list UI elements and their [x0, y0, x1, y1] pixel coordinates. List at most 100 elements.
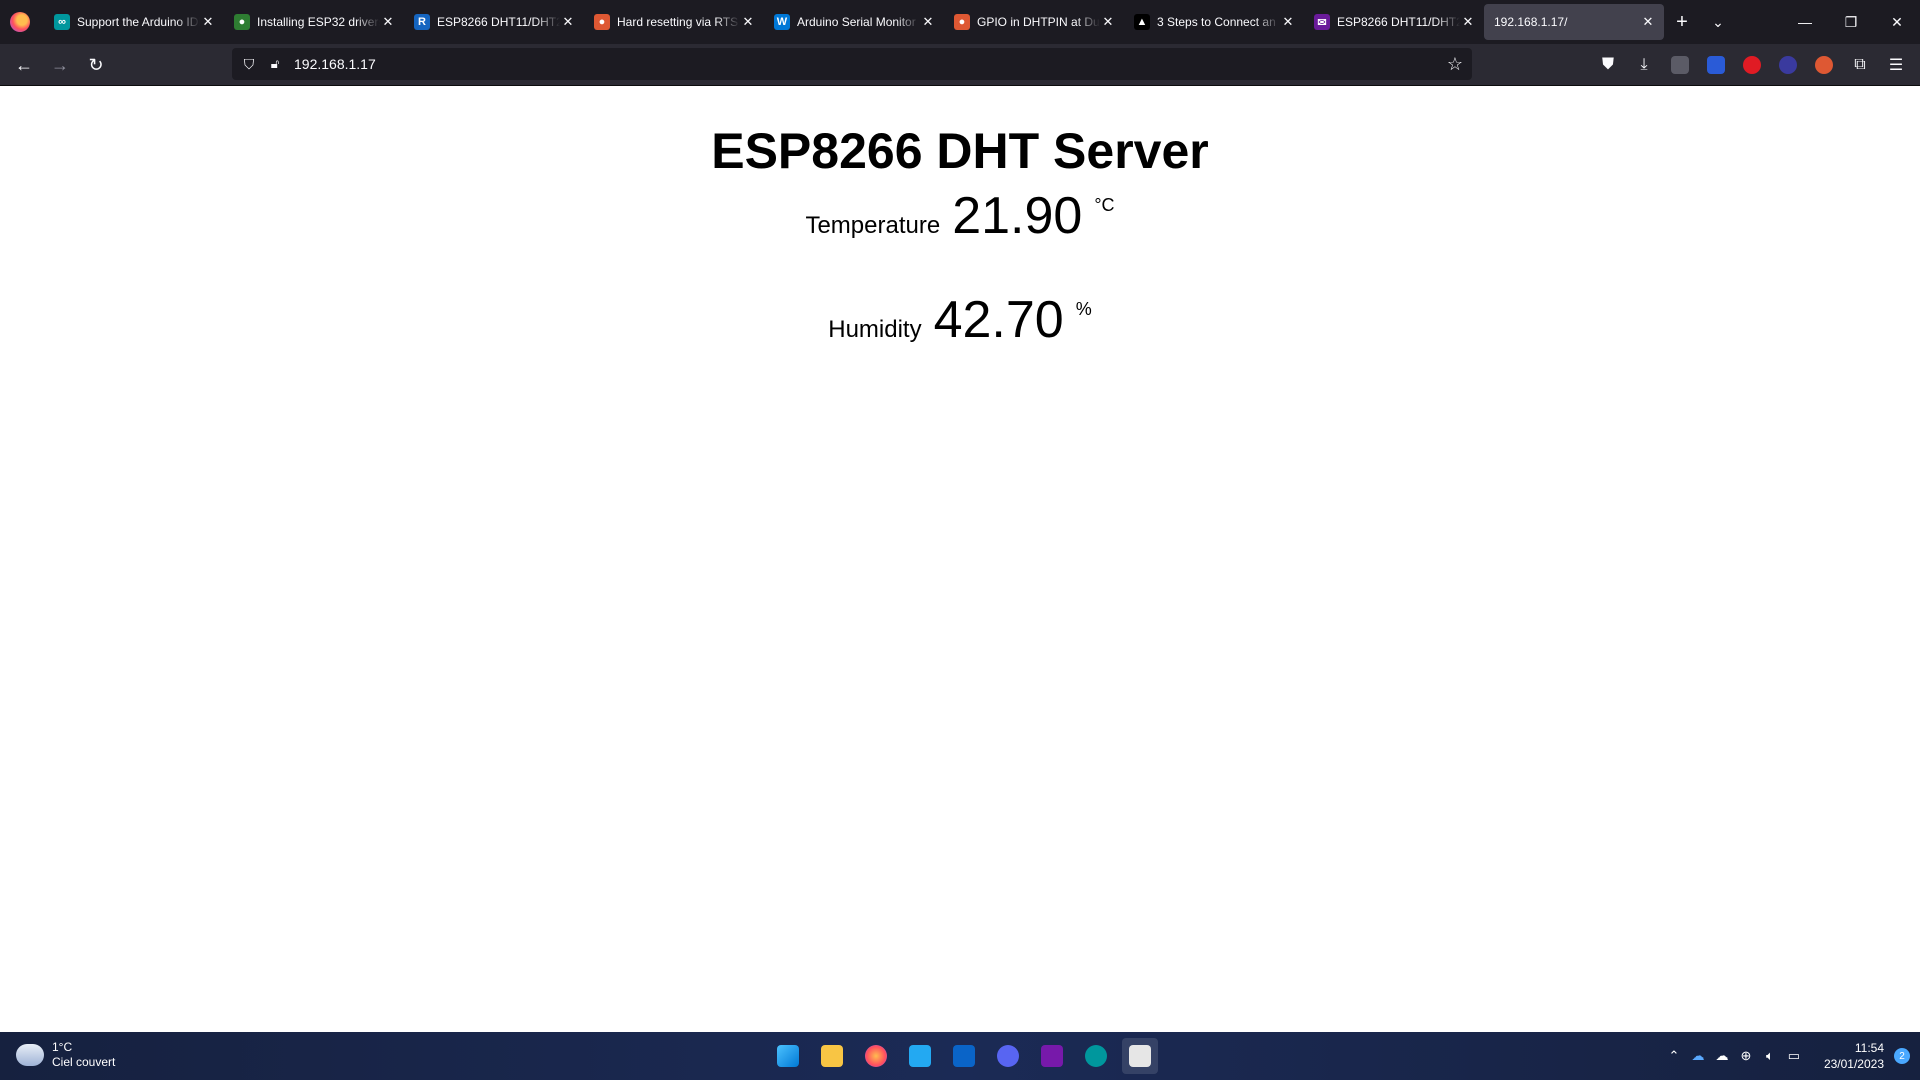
- reload-icon[interactable]: ↻: [80, 49, 112, 81]
- tab-title: ESP8266 DHT11/DHT22: [1337, 15, 1460, 29]
- tab-favicon-icon: ●: [234, 14, 250, 30]
- tab-5[interactable]: W Arduino Serial Monitor ✕: [764, 4, 944, 40]
- tab-8[interactable]: ✉ ESP8266 DHT11/DHT22 ✕: [1304, 4, 1484, 40]
- onedrive-icon[interactable]: ☁: [1686, 1048, 1710, 1064]
- outlook-icon[interactable]: [946, 1038, 982, 1074]
- taskbar-apps: [766, 1038, 1162, 1074]
- arduino-ide-icon[interactable]: [1078, 1038, 1114, 1074]
- clock[interactable]: 11:54 23/01/2023: [1824, 1040, 1884, 1072]
- humidity-unit: %: [1075, 299, 1092, 319]
- weather-temperature: 1°C: [52, 1040, 73, 1054]
- onenote-icon[interactable]: [1034, 1038, 1070, 1074]
- tab-close-icon[interactable]: ✕: [200, 14, 216, 30]
- tab-4[interactable]: ● Hard resetting via RTS pin✕: [584, 4, 764, 40]
- extensions-puzzle-icon[interactable]: ⧉: [1842, 50, 1878, 80]
- page-content: ESP8266 DHT Server Temperature 21.90 °C …: [0, 86, 1920, 1032]
- weather-description: Ciel couvert: [52, 1055, 116, 1069]
- tab-2[interactable]: ● Installing ESP32 drivers ✕: [224, 4, 404, 40]
- extension-photo-icon[interactable]: [1662, 50, 1698, 80]
- tab-favicon-icon: ●: [594, 14, 610, 30]
- volume-muted-icon[interactable]: 🔈︎: [1758, 1048, 1782, 1064]
- tab-close-icon[interactable]: ✕: [380, 14, 396, 30]
- back-arrow-icon[interactable]: ←: [8, 49, 40, 81]
- temperature-reading: Temperature 21.90 °C: [0, 186, 1920, 246]
- restore-icon[interactable]: ❐: [1828, 0, 1874, 44]
- clock-date: 23/01/2023: [1823, 1057, 1884, 1071]
- humidity-reading: Humidity 42.70 %: [0, 290, 1920, 350]
- tab-favicon-icon: ✉: [1314, 14, 1330, 30]
- tab-title: 3 Steps to Connect an ESP8266: [1157, 15, 1280, 29]
- tab-favicon-icon: R: [414, 14, 430, 30]
- tab-close-icon[interactable]: ✕: [1100, 14, 1116, 30]
- downloads-icon[interactable]: ⤓: [1626, 50, 1662, 80]
- notification-badge[interactable]: 2: [1894, 1048, 1910, 1064]
- temperature-unit: °C: [1094, 195, 1115, 215]
- onedrive-personal-icon[interactable]: ☁: [1710, 1048, 1734, 1064]
- system-tray: ⌃ ☁ ☁ ⊕ 🔈︎ ▭ 11:54 23/01/2023 2: [1662, 1032, 1910, 1080]
- tab-close-icon[interactable]: ✕: [560, 14, 576, 30]
- extension-eye-icon[interactable]: [1770, 50, 1806, 80]
- tab-strip: ∞ Support the Arduino IDE ✕ ● Installing ESP…: [0, 0, 1920, 44]
- discord-icon[interactable]: [990, 1038, 1026, 1074]
- show-hidden-icons-chevron-icon[interactable]: ⌃: [1662, 1048, 1686, 1064]
- tab-title: GPIO in DHTPIN at DuckDuckGo: [977, 15, 1100, 29]
- snipping-tool-icon[interactable]: [1122, 1038, 1158, 1074]
- tab-close-icon[interactable]: ✕: [1640, 14, 1656, 30]
- humidity-value: 42.70: [933, 291, 1064, 349]
- file-explorer-icon[interactable]: [814, 1038, 850, 1074]
- clock-time: 11:54: [1854, 1041, 1884, 1055]
- tab-favicon-icon: ∞: [54, 14, 70, 30]
- navigation-toolbar: ← → ↻ ⛉ 🔓︎ 192.168.1.17 ☆ ⛊ ⤓ ⧉ ☰: [0, 44, 1920, 86]
- network-globe-icon[interactable]: ⊕: [1734, 1048, 1758, 1064]
- duckduckgo-extension-icon[interactable]: [1806, 50, 1842, 80]
- app-menu-hamburger-icon[interactable]: ☰: [1878, 50, 1914, 80]
- extension-blue-icon[interactable]: [1698, 50, 1734, 80]
- tab-6[interactable]: ● GPIO in DHTPIN at DuckDuckGo✕: [944, 4, 1124, 40]
- tab-title: Arduino Serial Monitor: [797, 15, 916, 29]
- tab-close-icon[interactable]: ✕: [740, 14, 756, 30]
- weather-widget[interactable]: 1°C Ciel couvert: [16, 1040, 115, 1070]
- firefox-logo-icon[interactable]: [10, 12, 30, 32]
- tracking-shield-icon[interactable]: ⛉: [240, 55, 258, 73]
- window-controls: — ❐ ✕: [1782, 0, 1920, 44]
- cloud-icon: [16, 1044, 44, 1066]
- tab-favicon-icon: ▲: [1134, 14, 1150, 30]
- temperature-label: Temperature: [805, 212, 941, 239]
- firefox-taskbar-icon[interactable]: [858, 1038, 894, 1074]
- minimize-icon[interactable]: —: [1782, 0, 1828, 44]
- temperature-value: 21.90: [952, 187, 1083, 245]
- insecure-lock-icon[interactable]: 🔓︎: [266, 55, 284, 73]
- tab-9[interactable]: 192.168.1.17/ ✕: [1484, 4, 1664, 40]
- tab-7[interactable]: ▲ 3 Steps to Connect an ESP8266✕: [1124, 4, 1304, 40]
- pocket-icon[interactable]: ⛊: [1590, 50, 1626, 80]
- battery-icon[interactable]: ▭: [1782, 1048, 1806, 1064]
- forward-arrow-icon[interactable]: →: [44, 49, 76, 81]
- close-window-icon[interactable]: ✕: [1874, 0, 1920, 44]
- tab-title: Hard resetting via RTS pin: [617, 15, 740, 29]
- windows-taskbar: 1°C Ciel couvert ⌃ ☁ ☁ ⊕ 🔈︎ ▭ 11:54 23/0…: [0, 1032, 1920, 1080]
- tab-favicon-icon: W: [774, 14, 790, 30]
- url-text[interactable]: 192.168.1.17: [294, 56, 376, 72]
- vscode-icon[interactable]: [902, 1038, 938, 1074]
- list-all-tabs-chevron-icon[interactable]: ⌄: [1700, 4, 1736, 40]
- toolbar-icons: ⛊ ⤓ ⧉ ☰: [1590, 50, 1914, 80]
- tab-1[interactable]: ∞ Support the Arduino IDE ✕: [44, 4, 224, 40]
- tab-list: ∞ Support the Arduino IDE ✕ ● Installing ESP…: [44, 4, 1664, 40]
- tab-title: ESP8266 DHT11/DHT22: [437, 15, 560, 29]
- bookmark-star-icon[interactable]: ☆: [1444, 53, 1466, 75]
- tab-close-icon[interactable]: ✕: [920, 14, 936, 30]
- extension-red-icon[interactable]: [1734, 50, 1770, 80]
- tab-actions: + ⌄: [1664, 4, 1736, 40]
- tab-3[interactable]: R ESP8266 DHT11/DHT22 ✕: [404, 4, 584, 40]
- humidity-label: Humidity: [828, 316, 922, 343]
- browser-chrome: ∞ Support the Arduino IDE ✕ ● Installing ESP…: [0, 0, 1920, 86]
- tab-close-icon[interactable]: ✕: [1460, 14, 1476, 30]
- page-title: ESP8266 DHT Server: [711, 123, 1209, 179]
- tab-title: 192.168.1.17/: [1494, 15, 1568, 29]
- tab-title: Support the Arduino IDE: [77, 15, 200, 29]
- start-windows-icon[interactable]: [770, 1038, 806, 1074]
- tab-title: Installing ESP32 drivers: [257, 15, 380, 29]
- url-bar[interactable]: ⛉ 🔓︎ 192.168.1.17 ☆: [232, 48, 1472, 80]
- new-tab-plus-icon[interactable]: +: [1664, 4, 1700, 40]
- tab-close-icon[interactable]: ✕: [1280, 14, 1296, 30]
